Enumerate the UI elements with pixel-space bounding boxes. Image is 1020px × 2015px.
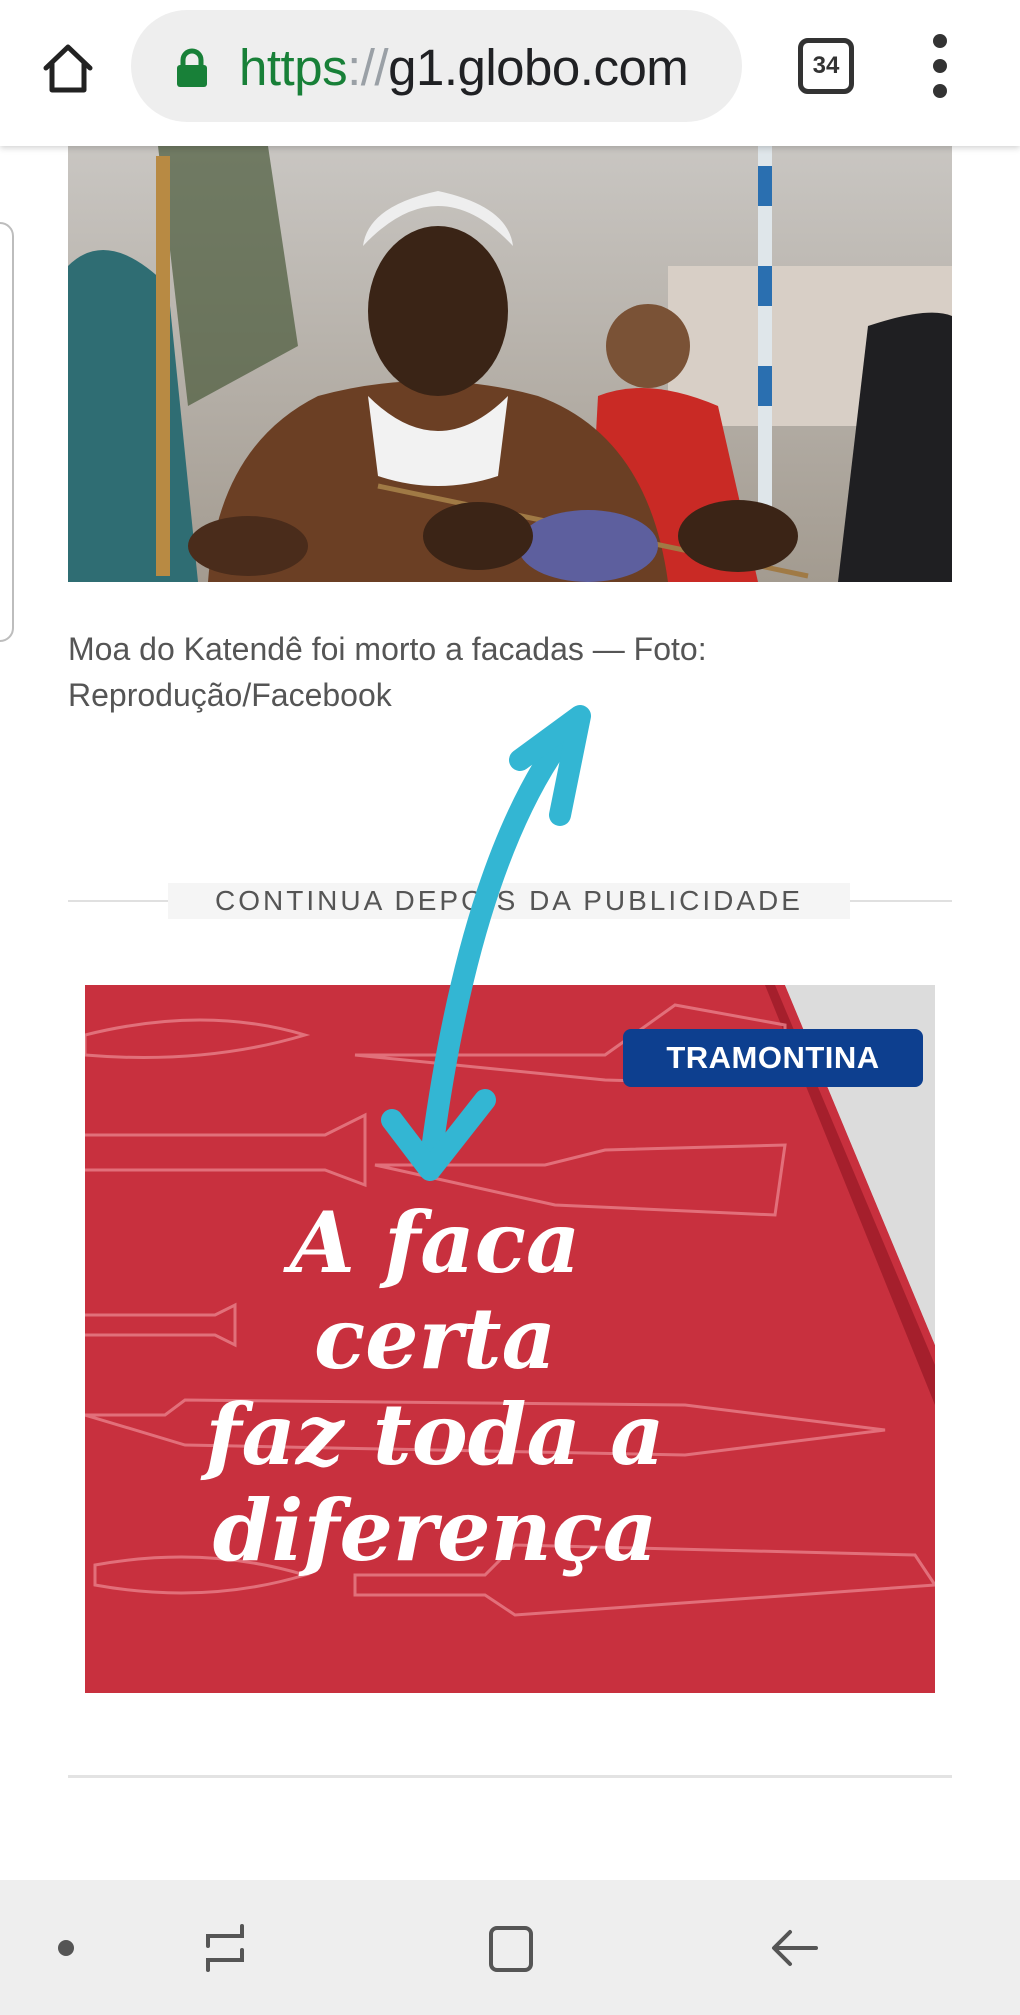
ad-separator-label: CONTINUA DEPOIS DA PUBLICIDADE <box>168 883 850 919</box>
home-icon <box>43 44 93 93</box>
content-divider <box>68 1775 952 1778</box>
ad-headline-line: diferença <box>212 1481 658 1580</box>
url-text: https://g1.globo.com <box>239 38 689 98</box>
url-host: g1.globo.com <box>388 39 689 96</box>
browser-toolbar: https://g1.globo.com 34 <box>0 0 1020 146</box>
photo-caption: Moa do Katendê foi morto a facadas — Fot… <box>68 631 707 713</box>
home-button[interactable] <box>30 30 106 106</box>
ad-separator: CONTINUA DEPOIS DA PUBLICIDADE <box>68 880 952 920</box>
home-square-icon[interactable] <box>480 1918 540 1978</box>
ad-headline-line: faz toda a <box>205 1385 665 1484</box>
article-photo <box>68 146 952 582</box>
ad-brand-badge: TRAMONTINA <box>623 1029 923 1087</box>
back-arrow-icon[interactable] <box>766 1918 826 1978</box>
more-vert-icon[interactable] <box>920 34 960 98</box>
lock-icon <box>177 48 207 87</box>
tramontina-advert[interactable]: TRAMONTINA A faca certa faz toda a difer… <box>85 985 935 1693</box>
edge-panel-handle[interactable] <box>0 222 14 642</box>
ad-headline-line: A faca certa <box>289 1193 581 1388</box>
recent-apps-icon[interactable] <box>196 1918 256 1978</box>
android-nav-bar <box>0 1880 1020 2015</box>
ad-headline: A faca certa faz toda a diferença <box>155 1195 715 1579</box>
dot-icon[interactable] <box>58 1940 74 1956</box>
url-scheme: https <box>239 39 348 96</box>
url-separator: :// <box>347 39 389 96</box>
address-bar[interactable]: https://g1.globo.com <box>131 10 742 122</box>
tab-switcher-button[interactable]: 34 <box>798 38 854 94</box>
